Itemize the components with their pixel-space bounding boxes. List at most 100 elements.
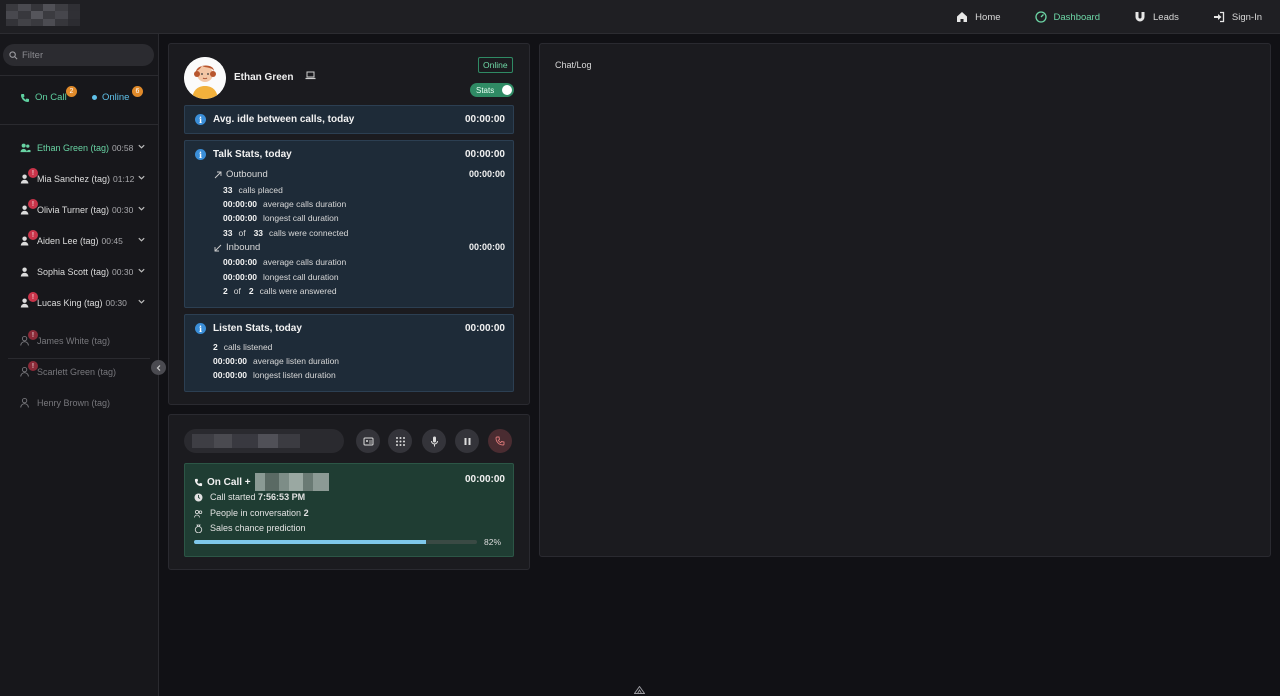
chevron-down-icon[interactable] bbox=[137, 235, 146, 244]
prediction-progress-bar bbox=[194, 540, 477, 544]
listen-title: Listen Stats, today bbox=[213, 323, 302, 334]
call-started-row: Call started 7:56:53 PM bbox=[194, 492, 305, 502]
clock-icon bbox=[194, 493, 203, 501]
dialpad-button[interactable] bbox=[388, 429, 412, 453]
chevron-down-icon[interactable] bbox=[137, 204, 146, 213]
agent-name: Henry Brown (tag) bbox=[37, 397, 111, 408]
outbound-heading: Outbound bbox=[214, 169, 268, 180]
agent-item[interactable]: Ethan Green (tag) 00:58 bbox=[0, 132, 158, 163]
answered-label: calls were answered bbox=[259, 286, 337, 296]
chat-log-title: Chat/Log bbox=[555, 60, 592, 70]
agent-name: James White (tag) bbox=[37, 335, 111, 346]
phone-number-field[interactable] bbox=[184, 429, 344, 453]
chevron-down-icon[interactable] bbox=[137, 173, 146, 182]
chevron-left-icon bbox=[156, 364, 160, 371]
divider bbox=[0, 75, 158, 76]
alert-badge: ! bbox=[28, 199, 38, 209]
info-icon[interactable]: i bbox=[195, 114, 206, 125]
outbound-time: 00:00:00 bbox=[468, 169, 505, 179]
agent-item[interactable]: ! Aiden Lee (tag) 00:45 bbox=[0, 225, 158, 256]
talk-title: Talk Stats, today bbox=[213, 149, 292, 160]
of-label: of bbox=[233, 286, 241, 296]
avg-duration-value: 00:00:00 bbox=[223, 199, 258, 209]
people-row: People in conversation 2 bbox=[194, 508, 309, 518]
nav-home[interactable]: Home bbox=[956, 11, 1001, 23]
toggle-knob bbox=[502, 85, 512, 95]
agent-time: 00:58 bbox=[112, 142, 134, 153]
agent-list: Ethan Green (tag) 00:58 ! Mia Sanchez (t… bbox=[0, 132, 158, 318]
arrow-down-left-icon bbox=[214, 244, 222, 251]
info-icon[interactable]: i bbox=[195, 149, 206, 160]
chevron-down-icon[interactable] bbox=[137, 266, 146, 275]
hang-up-button[interactable] bbox=[488, 429, 512, 453]
app-logo[interactable] bbox=[6, 4, 80, 26]
stats-toggle[interactable]: Stats bbox=[470, 83, 514, 97]
idle-card: i Avg. idle between calls, today 00:00:0… bbox=[184, 105, 514, 134]
agent-name: Lucas King (tag) bbox=[37, 297, 103, 308]
agent-item[interactable]: ! Lucas King (tag) 00:30 bbox=[0, 287, 158, 318]
answered-row: 2 of 2 calls were answered bbox=[223, 286, 337, 296]
search-icon bbox=[9, 50, 18, 59]
talk-card-header: i Talk Stats, today bbox=[195, 149, 292, 160]
longest-call-row: 00:00:00 longest call duration bbox=[223, 213, 339, 223]
phone-icon bbox=[194, 478, 203, 486]
online-filter[interactable]: Online 6 bbox=[92, 86, 143, 103]
idle-title: Avg. idle between calls, today bbox=[213, 114, 355, 125]
prediction-row: Sales chance prediction bbox=[194, 523, 306, 533]
money-bag-icon bbox=[194, 524, 203, 533]
nav-sign-in[interactable]: Sign-In bbox=[1213, 11, 1262, 23]
on-call-filter[interactable]: On Call 2 bbox=[20, 86, 77, 103]
hold-button[interactable] bbox=[455, 429, 479, 453]
redacted-block bbox=[258, 434, 278, 448]
nav-dashboard[interactable]: Dashboard bbox=[1034, 11, 1100, 23]
avatar-illustration bbox=[184, 57, 226, 99]
connected-total: 33 bbox=[253, 228, 264, 238]
on-call-label: On Call + bbox=[207, 476, 251, 488]
collapse-sidebar-button[interactable] bbox=[151, 360, 166, 375]
calls-placed-value: 33 bbox=[223, 185, 233, 195]
home-icon bbox=[957, 12, 968, 22]
stats-toggle-label: Stats bbox=[476, 85, 495, 95]
phone-icon bbox=[21, 93, 29, 102]
sign-in-icon bbox=[1213, 11, 1225, 23]
agent-name: Olivia Turner (tag) bbox=[37, 204, 110, 215]
offline-agent-item[interactable]: ! Scarlett Green (tag) bbox=[0, 356, 158, 387]
listen-time: 00:00:00 bbox=[464, 323, 505, 334]
call-panel: On Call + 00:00:00 Call started 7:56:53 … bbox=[168, 414, 530, 570]
transfer-button[interactable] bbox=[356, 429, 380, 453]
in-longest-value: 00:00:00 bbox=[223, 272, 258, 282]
alert-badge: ! bbox=[28, 361, 38, 371]
listen-avg-row: 00:00:00 average listen duration bbox=[213, 356, 339, 366]
nav-leads[interactable]: Leads bbox=[1134, 11, 1179, 23]
offline-agent-item[interactable]: ! James White (tag) bbox=[0, 325, 158, 356]
agent-name-title: Ethan Green bbox=[234, 72, 294, 83]
agent-item[interactable]: ! Olivia Turner (tag) 00:30 bbox=[0, 194, 158, 225]
on-call-card: On Call + 00:00:00 Call started 7:56:53 … bbox=[184, 463, 514, 557]
pause-icon bbox=[464, 437, 470, 445]
redacted-block bbox=[214, 434, 232, 448]
alert-badge: ! bbox=[28, 230, 38, 240]
chevron-down-icon[interactable] bbox=[137, 297, 146, 306]
people-value: 2 bbox=[303, 508, 309, 518]
offline-agent-list: ! James White (tag) ! Scarlett Green (ta… bbox=[0, 325, 158, 418]
connected-label: calls were connected bbox=[269, 228, 349, 238]
divider bbox=[0, 124, 158, 125]
longest-call-label: longest call duration bbox=[263, 213, 339, 223]
chevron-down-icon[interactable] bbox=[137, 142, 146, 151]
avatar[interactable] bbox=[184, 57, 226, 99]
longest-call-value: 00:00:00 bbox=[223, 213, 258, 223]
mute-button[interactable] bbox=[422, 429, 446, 453]
nav-sign-in-label: Sign-In bbox=[1231, 11, 1262, 23]
talk-stats-card: i Talk Stats, today 00:00:00 Outbound 00… bbox=[184, 140, 514, 308]
info-icon[interactable]: i bbox=[195, 323, 206, 334]
filter-field[interactable] bbox=[3, 44, 154, 66]
online-count: 6 bbox=[132, 86, 143, 97]
offline-agent-item[interactable]: Henry Brown (tag) bbox=[0, 387, 158, 418]
idle-time: 00:00:00 bbox=[464, 114, 505, 125]
agent-item[interactable]: Sophia Scott (tag) 00:30 bbox=[0, 256, 158, 287]
filter-input[interactable] bbox=[22, 49, 147, 61]
agent-item[interactable]: ! Mia Sanchez (tag) 01:12 bbox=[0, 163, 158, 194]
on-call-count: 2 bbox=[66, 86, 77, 97]
status-badge: Online bbox=[478, 57, 513, 73]
users-icon bbox=[194, 509, 203, 518]
